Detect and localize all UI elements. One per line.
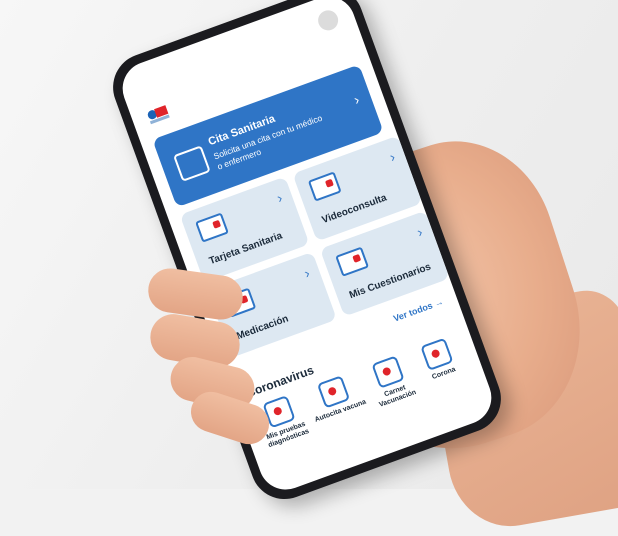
calendar-icon (173, 145, 211, 182)
see-all-label: Ver todos (391, 300, 434, 324)
chevron-right-icon: › (414, 223, 425, 241)
tile-label: Medicación (235, 313, 291, 343)
shortcut-autocita[interactable]: Autocita vacuna (303, 370, 369, 425)
arrow-right-icon: → (432, 296, 445, 309)
phone-screen: Cita Sanitaria Solicita una cita con tu … (115, 0, 499, 498)
photo-background: Cita Sanitaria Solicita una cita con tu … (0, 0, 618, 536)
vaccination-card-icon (371, 355, 405, 389)
shortcut-label: Carnet Vacunación (378, 384, 418, 409)
chevron-right-icon: › (274, 189, 285, 206)
virus-icon (420, 337, 454, 371)
chevron-right-icon: › (387, 148, 398, 165)
vaccine-calendar-icon (316, 375, 351, 409)
smartphone: Cita Sanitaria Solicita una cita con tu … (103, 0, 511, 509)
questionnaire-icon (335, 246, 370, 277)
madrid-health-logo (146, 104, 172, 125)
shortcut-corona[interactable]: Corona (414, 335, 465, 384)
chevron-right-icon: › (301, 264, 312, 282)
video-camera-icon (307, 171, 342, 202)
see-all-link[interactable]: Ver todos → (392, 296, 445, 323)
tile-label: Videoconsulta (320, 192, 389, 227)
front-camera-icon (315, 7, 341, 34)
health-card-icon (195, 212, 229, 243)
chevron-right-icon: › (351, 91, 362, 108)
